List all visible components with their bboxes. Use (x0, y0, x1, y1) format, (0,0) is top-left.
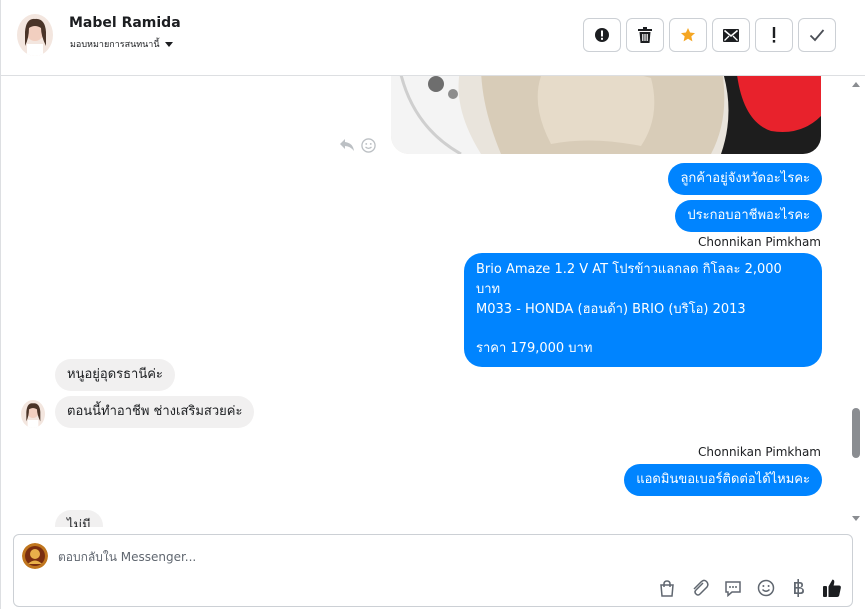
sender-name: Chonnikan Pimkham (698, 445, 821, 459)
reply-input[interactable] (58, 547, 818, 567)
shared-car-photo[interactable] (391, 76, 821, 154)
baht-icon[interactable] (789, 578, 809, 598)
assign-label: มอบหมายการสนทนานี้ (70, 40, 160, 50)
follow-up-button[interactable] (755, 18, 793, 52)
outgoing-message[interactable]: แอดมินขอเบอร์ติดต่อได้ไหมคะ (624, 464, 822, 496)
header-actions (583, 18, 836, 52)
thread-scrollbar[interactable] (849, 76, 863, 527)
composer-tools (657, 578, 842, 598)
react-emoji-icon[interactable] (361, 138, 376, 153)
outgoing-message-listing[interactable]: Brio Amaze 1.2 V AT โปรข้าวแลกลด กิโลละ … (464, 253, 822, 367)
bag-icon[interactable] (657, 578, 677, 598)
photo-actions (339, 138, 376, 153)
exclamation-icon (772, 27, 776, 43)
outgoing-message[interactable]: ประกอบอาชีพอะไรคะ (675, 200, 822, 232)
message-line: Brio Amaze 1.2 V AT โปรข้าวแลกลด กิโลละ … (476, 262, 782, 297)
check-icon (809, 29, 825, 42)
incoming-message-partial[interactable]: ไม่มี (55, 510, 103, 527)
sender-name: Chonnikan Pimkham (698, 235, 821, 249)
page-avatar (22, 543, 48, 569)
emoji-icon[interactable] (756, 578, 776, 598)
thumbs-up-icon[interactable] (822, 578, 842, 598)
exclamation-circle-icon (595, 28, 609, 42)
contact-avatar[interactable] (17, 14, 53, 56)
contact-name: Mabel Ramida (69, 15, 181, 31)
conversation-header: Mabel Ramida มอบหมายการสนทนานี้ (1, 0, 865, 76)
envelope-icon (723, 28, 739, 42)
assign-conversation-dropdown[interactable]: มอบหมายการสนทนานี้ (70, 37, 173, 51)
speech-bubble-icon[interactable] (723, 578, 743, 598)
caret-down-icon (164, 41, 173, 47)
reply-composer (13, 534, 853, 607)
message-line: ราคา 179,000 บาท (476, 341, 593, 356)
paperclip-icon[interactable] (690, 578, 710, 598)
outgoing-message[interactable]: ลูกค้าอยู่จังหวัดอะไรคะ (668, 163, 822, 195)
star-icon (681, 28, 695, 42)
star-button[interactable] (669, 18, 707, 52)
scrollbar-thumb[interactable] (852, 408, 860, 458)
contact-avatar-small (21, 400, 45, 428)
alert-circle-button[interactable] (583, 18, 621, 52)
delete-button[interactable] (626, 18, 664, 52)
message-line (476, 320, 810, 339)
message-thread[interactable]: ลูกค้าอยู่จังหวัดอะไรคะ ประกอบอาชีพอะไรค… (1, 76, 849, 527)
reply-icon[interactable] (339, 138, 355, 152)
incoming-message[interactable]: หนูอยู่อุดรธานีค่ะ (55, 359, 175, 391)
conversation-window: Mabel Ramida มอบหมายการสนทนานี้ ลูกค้าอย… (0, 0, 865, 609)
scroll-down-arrow-icon[interactable] (852, 516, 860, 521)
message-line: M033 - HONDA (ฮอนด้า) BRIO (บริโอ) 2013 (476, 302, 746, 317)
trash-icon (638, 27, 652, 43)
incoming-message[interactable]: ตอนนี้ทำอาชีพ ช่างเสริมสวยค่ะ (55, 396, 255, 428)
scroll-up-arrow-icon[interactable] (852, 82, 860, 87)
mark-unread-button[interactable] (712, 18, 750, 52)
done-button[interactable] (798, 18, 836, 52)
